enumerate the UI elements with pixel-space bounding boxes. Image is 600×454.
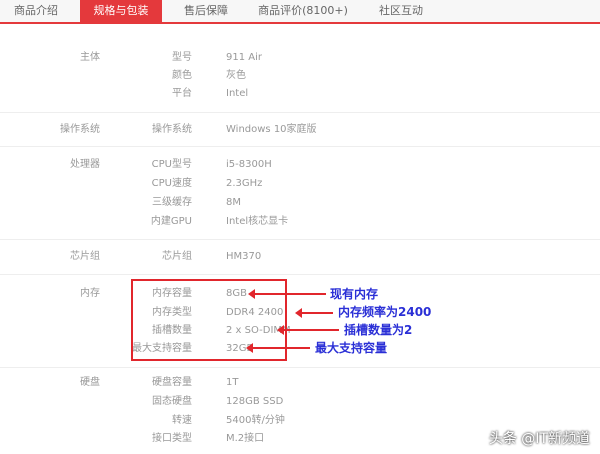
- spec-row: CPU速度 2.3GHz: [0, 177, 600, 191]
- spec-value: 2.3GHz: [226, 178, 263, 189]
- divider: [0, 274, 600, 275]
- annotation-max-capacity: 最大支持容量: [315, 341, 388, 355]
- spec-row: 型号 911 Air: [0, 51, 600, 65]
- tab-after-sales[interactable]: 售后保障: [168, 0, 244, 22]
- spec-row: 硬盘容量 1T: [0, 376, 600, 390]
- spec-value: Intel: [226, 88, 249, 99]
- watermark: 头条 @IT新频道: [488, 431, 590, 447]
- spec-row: 三级缓存 8M: [0, 196, 600, 210]
- spec-value: Windows 10家庭版: [226, 124, 317, 135]
- annotation-current-memory: 现有内存: [330, 287, 379, 301]
- spec-row: CPU型号 i5-8300H: [0, 158, 600, 172]
- arrow-left-icon: [295, 308, 333, 318]
- spec-key: 转速: [172, 415, 192, 426]
- tab-product-intro[interactable]: 商品介绍: [0, 0, 72, 22]
- spec-key: 固态硬盘: [152, 396, 192, 407]
- spec-value: i5-8300H: [226, 159, 272, 170]
- spec-row: 平台 Intel: [0, 87, 600, 101]
- arrow-left-icon: [246, 343, 310, 353]
- spec-key: 硬盘容量: [152, 377, 192, 388]
- spec-row: 最大支持容量 32GB: [0, 342, 600, 356]
- spec-row: 内建GPU Intel核芯显卡: [0, 215, 600, 229]
- spec-row: 芯片组 HM370: [0, 250, 600, 264]
- spec-key: 操作系统: [152, 124, 192, 135]
- spec-key: 平台: [172, 88, 192, 99]
- tab-reviews[interactable]: 商品评价(8100+): [252, 0, 354, 22]
- annotation-slot-count: 插槽数量为2: [344, 323, 413, 337]
- arrow-left-icon: [277, 325, 339, 335]
- tab-specs-packaging[interactable]: 规格与包装: [80, 0, 162, 22]
- arrow-left-icon: [248, 289, 326, 299]
- spec-value: 1T: [226, 377, 239, 388]
- spec-key: CPU型号: [151, 159, 192, 170]
- spec-key: 内建GPU: [150, 216, 192, 227]
- divider: [0, 112, 600, 113]
- spec-key: 颜色: [172, 70, 192, 81]
- spec-row: 插槽数量 2 x SO-DIMM: [0, 324, 600, 338]
- spec-value: 5400转/分钟: [226, 415, 285, 426]
- spec-row: 转速 5400转/分钟: [0, 414, 600, 428]
- spec-value: 128GB SSD: [226, 396, 284, 407]
- spec-value: 8M: [226, 197, 241, 208]
- spec-value: M.2接口: [226, 433, 265, 444]
- spec-row: 操作系统 Windows 10家庭版: [0, 123, 600, 137]
- divider: [0, 239, 600, 240]
- spec-key: 芯片组: [162, 251, 192, 262]
- spec-key: CPU速度: [151, 178, 192, 189]
- divider: [0, 367, 600, 368]
- spec-row: 固态硬盘 128GB SSD: [0, 395, 600, 409]
- spec-key: 接口类型: [152, 433, 192, 444]
- spec-key: 三级缓存: [152, 197, 192, 208]
- spec-value: 911 Air: [226, 52, 262, 63]
- tab-bar: 商品介绍 规格与包装 售后保障 商品评价(8100+) 社区互动: [0, 0, 600, 24]
- spec-row: 颜色 灰色: [0, 69, 600, 83]
- spec-value: HM370: [226, 251, 262, 262]
- spec-value: Intel核芯显卡: [226, 216, 289, 227]
- divider: [0, 146, 600, 147]
- tab-community[interactable]: 社区互动: [360, 0, 442, 22]
- annotation-memory-frequency: 内存频率为2400: [338, 305, 432, 319]
- spec-value: 灰色: [226, 70, 246, 81]
- spec-key: 型号: [172, 52, 192, 63]
